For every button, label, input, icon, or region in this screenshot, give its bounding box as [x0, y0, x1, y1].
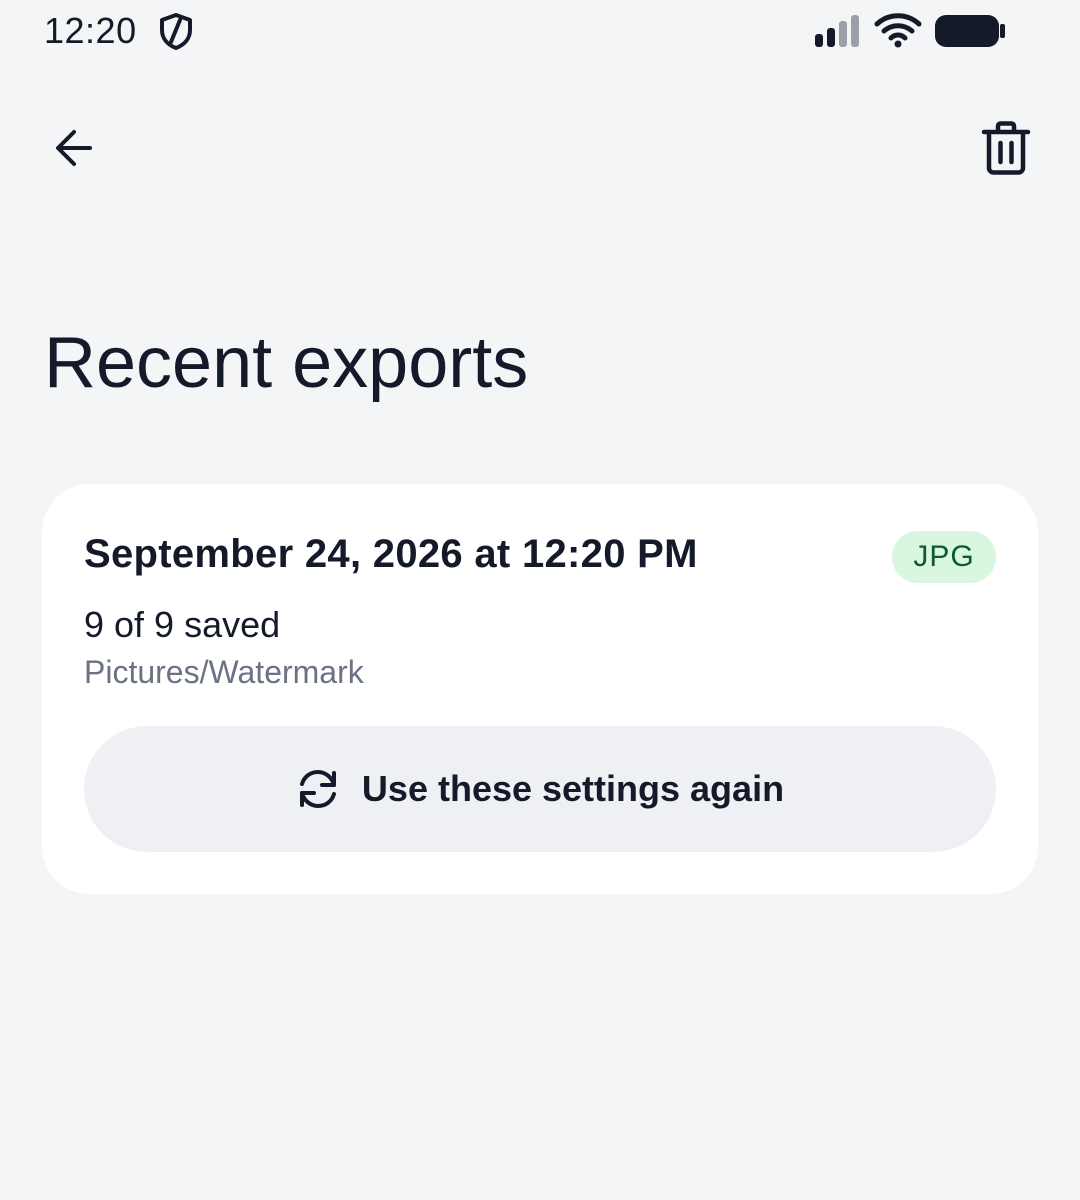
export-card: September 24, 2026 at 12:20 PM JPG 9 of … [42, 484, 1038, 894]
delete-button[interactable] [966, 108, 1046, 188]
status-bar: 12:20 [0, 0, 1080, 64]
shield-icon [158, 12, 194, 50]
status-time: 12:20 [44, 10, 137, 51]
export-date: September 24, 2026 at 12:20 PM [84, 532, 698, 576]
page-title: Recent exports [44, 323, 529, 403]
cellular-signal-icon [814, 14, 862, 48]
reuse-settings-button[interactable]: Use these settings again [84, 726, 996, 852]
refresh-icon [296, 767, 340, 811]
save-path: Pictures/Watermark [84, 654, 364, 690]
reuse-settings-label: Use these settings again [361, 768, 785, 809]
saved-count: 9 of 9 saved [84, 604, 281, 645]
arrow-left-icon [56, 130, 92, 166]
back-button[interactable] [34, 108, 114, 188]
wifi-icon [874, 12, 922, 48]
format-badge: JPG [892, 531, 996, 583]
battery-icon [934, 14, 1006, 48]
trash-icon [981, 121, 1031, 175]
